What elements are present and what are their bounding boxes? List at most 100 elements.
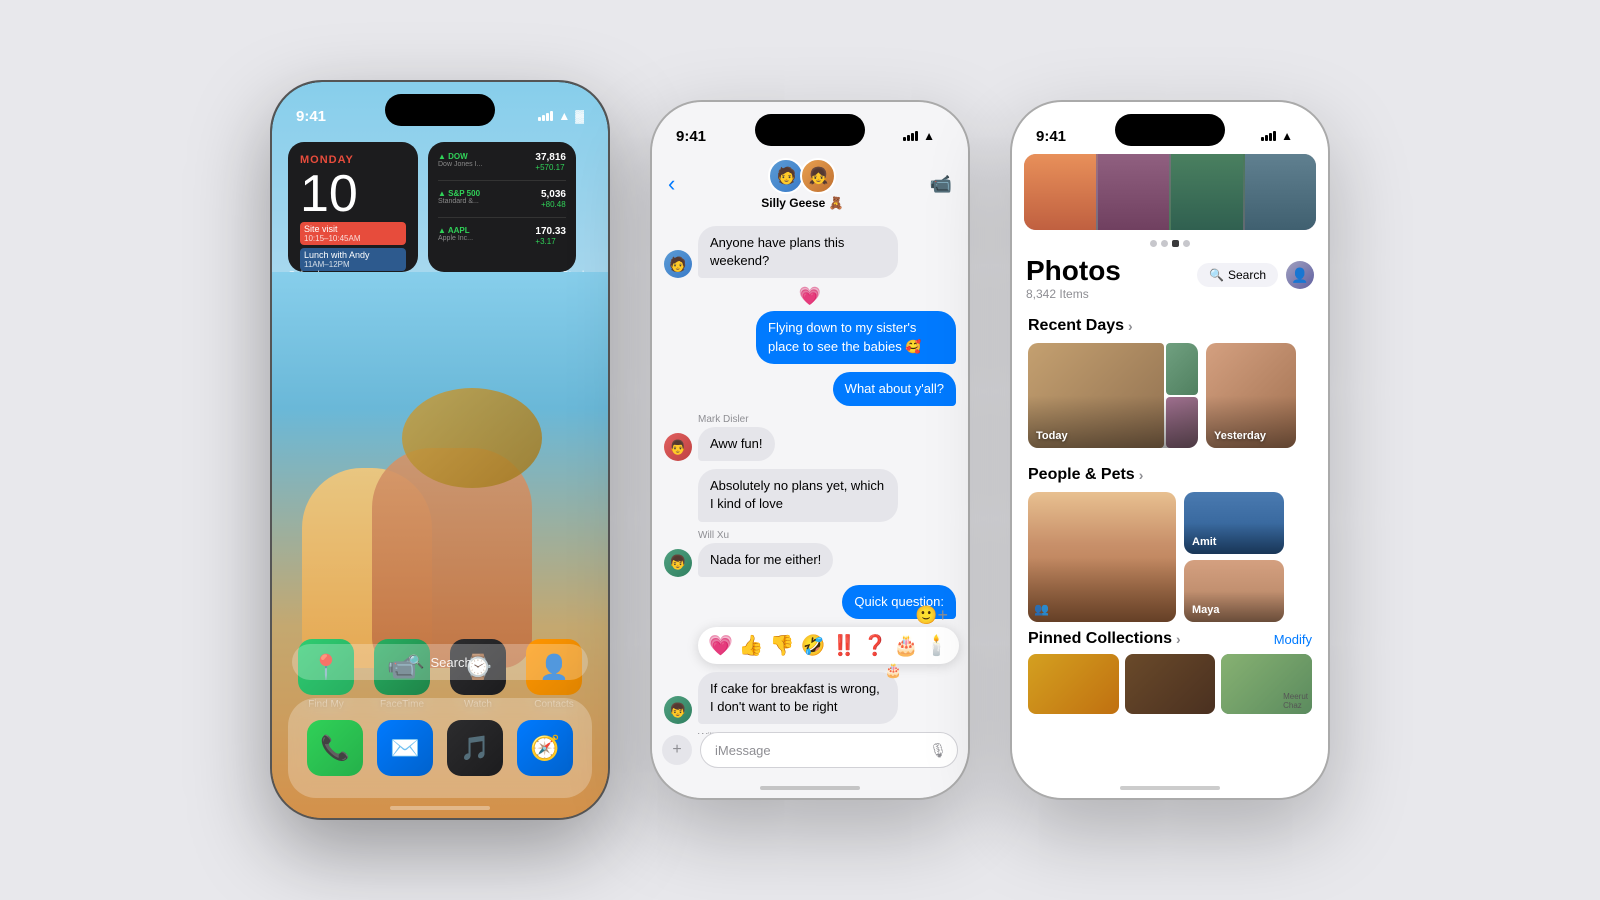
people-pets-title[interactable]: People & Pets › — [1028, 466, 1143, 484]
message-6: 👨 Aww fun! — [664, 427, 956, 461]
sender-will: Will Xu — [698, 530, 956, 541]
people-card-large[interactable]: 👥 — [1028, 492, 1176, 622]
amit-name: Amit — [1192, 536, 1216, 548]
tapback-cake[interactable]: 🎂 — [893, 633, 918, 658]
dot-3 — [1172, 240, 1179, 247]
tapback-candle[interactable]: 🕯️ — [924, 633, 949, 658]
recent-days-section: Recent Days › Today — [1012, 309, 1328, 448]
tapback-laugh[interactable]: 🤣 — [801, 633, 826, 658]
messages-body: 🧑 Anyone have plans this weekend? 💗 Flyi… — [652, 218, 968, 734]
maya-card[interactable]: Maya — [1184, 560, 1284, 622]
status-icons-2: ▲ — [903, 129, 944, 143]
message-7: Absolutely no plans yet, which I kind of… — [698, 469, 956, 521]
pinned-collections-section: Pinned Collections › Modify MeerutChaz — [1012, 622, 1328, 714]
people-pets-section: People & Pets › 👥 Amit — [1012, 458, 1328, 622]
home-indicator-3 — [1120, 786, 1220, 790]
amit-card[interactable]: Amit — [1184, 492, 1284, 554]
pinned-grid: MeerutChaz — [1028, 654, 1312, 714]
home-indicator — [390, 806, 490, 810]
bubble-1[interactable]: Anyone have plans this weekend? — [698, 226, 898, 278]
wifi-icon: ▲ — [558, 109, 570, 123]
bubble-4[interactable]: What about y'all? — [833, 372, 956, 406]
bubble-7[interactable]: Absolutely no plans yet, which I kind of… — [698, 469, 898, 521]
calendar-widget[interactable]: MONDAY 10 Site visit 10:15–10:45AM Lunch… — [288, 142, 418, 272]
stocks-widget[interactable]: ▲ DOW Dow Jones I... 37,816 +570.17 ▲ S&… — [428, 142, 576, 272]
pinned-card-2[interactable] — [1125, 654, 1216, 714]
today-card[interactable]: Today — [1028, 343, 1198, 448]
yesterday-label: Yesterday — [1214, 430, 1266, 442]
recent-days-cards: Today Yesterday — [1028, 343, 1312, 448]
photos-title: Photos — [1026, 255, 1121, 287]
video-call-button[interactable]: 📹 — [930, 174, 952, 195]
add-reaction-button[interactable]: 🙂+ — [915, 605, 948, 626]
dynamic-island — [385, 94, 495, 126]
yesterday-card[interactable]: Yesterday — [1206, 343, 1296, 448]
message-input-area: + iMessage 🎙 — [662, 732, 958, 768]
calendar-date: 10 — [300, 168, 406, 220]
dot-4 — [1183, 240, 1190, 247]
dock-safari[interactable]: 🧭 — [517, 720, 573, 776]
group-avatars: 🧑 👧 — [768, 158, 836, 194]
status-time-3: 9:41 — [1036, 128, 1066, 145]
people-grid: 👥 Amit Maya — [1028, 492, 1312, 622]
user-avatar-photos[interactable]: 👤 — [1286, 261, 1314, 289]
recent-days-chevron: › — [1128, 318, 1133, 334]
imessage-placeholder: iMessage — [715, 743, 771, 758]
dock-mail[interactable]: ✉️ — [377, 720, 433, 776]
people-chevron: › — [1139, 467, 1144, 483]
tapback-container: 💗 👍 👎 🤣 ‼️ ❓ 🎂 🕯️ 🙂+ — [664, 627, 956, 664]
tapback-bar[interactable]: 💗 👍 👎 🤣 ‼️ ❓ 🎂 🕯️ — [698, 627, 959, 664]
photos-count: 8,342 Items — [1026, 287, 1121, 301]
calendar-event-1: Site visit 10:15–10:45AM — [300, 222, 406, 245]
tapback-exclaim[interactable]: ‼️ — [832, 633, 857, 658]
status-icons-1: ▲ ▓ — [538, 109, 584, 123]
wifi-icon-3: ▲ — [1281, 129, 1293, 143]
dock-phone[interactable]: 📞 — [307, 720, 363, 776]
bubble-3[interactable]: Flying down to my sister's place to see … — [756, 311, 956, 363]
tapback-heart[interactable]: 💗 — [708, 633, 733, 658]
widgets-row: MONDAY 10 Site visit 10:15–10:45AM Lunch… — [272, 134, 608, 280]
dock: 📞 ✉️ 🎵 🧭 — [288, 698, 592, 798]
microphone-icon[interactable]: 🎙 — [929, 742, 947, 759]
bubble-9[interactable]: Nada for me either! — [698, 543, 833, 577]
message-9: 👦 Nada for me either! — [664, 543, 956, 577]
pinned-title[interactable]: Pinned Collections › — [1028, 630, 1181, 648]
message-input[interactable]: iMessage 🎙 — [700, 732, 958, 768]
group-name: Silly Geese 🧸 — [761, 196, 843, 210]
bubble-6[interactable]: Aww fun! — [698, 427, 775, 461]
dock-music[interactable]: 🎵 — [447, 720, 503, 776]
today-label: Today — [1036, 430, 1068, 442]
phone-photos: 9:41 ▲ — [1010, 100, 1330, 800]
reaction-cake: 🎂 — [885, 662, 902, 679]
pinned-card-3[interactable]: MeerutChaz — [1221, 654, 1312, 714]
recent-days-header: Recent Days › — [1028, 317, 1312, 335]
group-info[interactable]: 🧑 👧 Silly Geese 🧸 — [761, 158, 843, 210]
add-attachment-button[interactable]: + — [662, 735, 692, 765]
message-12: 👦 If cake for breakfast is wrong, I don'… — [664, 672, 956, 724]
recent-days-title[interactable]: Recent Days › — [1028, 317, 1133, 335]
search-bar[interactable]: 🔍 Search — [292, 644, 588, 680]
status-icons-3: ▲ — [1261, 129, 1304, 143]
bubble-12[interactable]: If cake for breakfast is wrong, I don't … — [698, 672, 898, 724]
tapback-thumbsup[interactable]: 👍 — [739, 633, 764, 658]
photos-search-button[interactable]: 🔍 Search — [1197, 263, 1278, 287]
search-icon-photos: 🔍 — [1209, 268, 1224, 282]
tapback-thumbsdown[interactable]: 👎 — [770, 633, 795, 658]
search-icon: 🔍 — [408, 654, 424, 670]
dynamic-island-2 — [755, 114, 865, 146]
wifi-icon-2: ▲ — [923, 129, 935, 143]
photos-title-row: Photos 8,342 Items 🔍 Search 👤 — [1012, 251, 1328, 309]
back-button[interactable]: ‹ — [668, 171, 675, 197]
pinned-card-1[interactable] — [1028, 654, 1119, 714]
photos-banner — [1024, 154, 1316, 230]
message-4: What about y'all? — [664, 372, 956, 406]
dot-1 — [1150, 240, 1157, 247]
dynamic-island-3 — [1115, 114, 1225, 146]
tapback-question[interactable]: ❓ — [863, 633, 888, 658]
phone-home-screen: 9:41 ▲ ▓ MONDAY 10 Site visit 10: — [270, 80, 610, 820]
modify-button[interactable]: Modify — [1274, 632, 1312, 647]
maya-name: Maya — [1192, 604, 1220, 616]
phone-messages: 9:41 ▲ ‹ 🧑 👧 Silly Geese 🧸 — [650, 100, 970, 800]
pinned-chevron: › — [1176, 631, 1181, 647]
signal-icon — [538, 111, 553, 121]
